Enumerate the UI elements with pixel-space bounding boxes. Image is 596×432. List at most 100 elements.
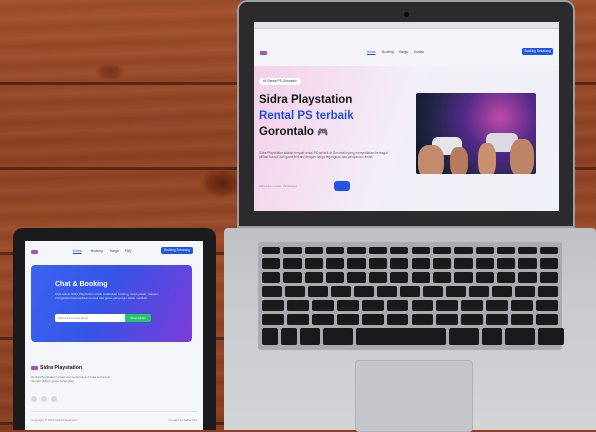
nav-link-booking[interactable]: Booking	[382, 50, 394, 54]
keyboard-key[interactable]	[496, 258, 516, 269]
keyboard-key[interactable]	[386, 314, 409, 325]
keyboard-key[interactable]	[262, 247, 281, 254]
keyboard-key[interactable]	[262, 258, 281, 269]
keyboard-key[interactable]	[461, 314, 484, 325]
hero-phone-input[interactable]: Masukkan nomor WhatsApp	[259, 182, 329, 190]
keyboard-key[interactable]	[536, 300, 558, 311]
keyboard-key[interactable]	[411, 272, 430, 283]
keyboard-key[interactable]	[354, 286, 374, 297]
keyboard-key[interactable]	[368, 258, 388, 269]
keyboard-key[interactable]	[311, 300, 334, 311]
spacebar-key[interactable]	[356, 328, 446, 345]
keyboard-key[interactable]	[432, 258, 452, 269]
keyboard-key[interactable]	[331, 286, 351, 297]
keyboard-key[interactable]	[518, 247, 537, 254]
keyboard-key[interactable]	[283, 247, 302, 254]
keyboard-key[interactable]	[511, 314, 534, 325]
trackpad[interactable]	[355, 360, 473, 432]
logo-icon[interactable]	[31, 250, 38, 254]
keyboard-key[interactable]	[304, 272, 324, 283]
keyboard-key[interactable]	[347, 247, 366, 254]
keyboard-key[interactable]	[538, 328, 564, 345]
keyboard-key[interactable]	[283, 258, 302, 269]
keyboard-key[interactable]	[336, 300, 359, 311]
keyboard-key[interactable]	[475, 247, 494, 254]
keyboard-key[interactable]	[515, 286, 535, 297]
keyboard-key[interactable]	[496, 272, 516, 283]
keyboard-key[interactable]	[390, 272, 409, 283]
keyboard-key[interactable]	[326, 272, 345, 283]
keyboard-key[interactable]	[262, 314, 284, 325]
keyboard-key[interactable]	[326, 247, 345, 254]
keyboard-key[interactable]	[486, 314, 509, 325]
keyboard-key[interactable]	[323, 328, 353, 345]
keyboard-key[interactable]	[538, 286, 558, 297]
keyboard-key[interactable]	[326, 258, 345, 269]
keyboard-key[interactable]	[539, 272, 558, 283]
keyboard-key[interactable]	[361, 300, 384, 311]
keyboard-key[interactable]	[536, 314, 558, 325]
keyboard-key[interactable]	[311, 314, 334, 325]
keyboard-key[interactable]	[454, 247, 473, 254]
keyboard-key[interactable]	[436, 300, 459, 311]
keyboard-key[interactable]	[492, 286, 512, 297]
nav-link-harga[interactable]: Harga	[110, 249, 119, 253]
keyboard-key[interactable]	[436, 314, 459, 325]
keyboard-key[interactable]	[432, 272, 452, 283]
social-icon[interactable]	[41, 396, 47, 402]
keyboard-key[interactable]	[432, 247, 452, 254]
social-icon[interactable]	[31, 396, 37, 402]
keyboard-key[interactable]	[411, 314, 434, 325]
booking-now-button[interactable]: Booking Sekarang	[161, 247, 193, 254]
keyboard-key[interactable]	[449, 328, 479, 345]
keyboard-key[interactable]	[304, 258, 324, 269]
social-icon[interactable]	[51, 396, 57, 402]
keyboard-key[interactable]	[390, 247, 409, 254]
keyboard-key[interactable]	[281, 328, 297, 345]
logo-icon[interactable]	[260, 51, 267, 55]
keyboard-key[interactable]	[262, 328, 278, 345]
booking-now-button[interactable]: Booking Sekarang	[522, 48, 553, 55]
keyboard-key[interactable]	[377, 286, 397, 297]
keyboard-key[interactable]	[336, 314, 359, 325]
keyboard-key[interactable]	[505, 328, 535, 345]
keyboard-key[interactable]	[347, 272, 366, 283]
nav-link-home[interactable]: Home	[73, 249, 82, 253]
nav-link-harga[interactable]: Harga	[399, 50, 408, 54]
keyboard-key[interactable]	[496, 247, 516, 254]
chat-admin-button[interactable]: Chat Admin	[125, 314, 151, 322]
keyboard-key[interactable]	[286, 300, 309, 311]
hero-submit-button[interactable]	[334, 181, 350, 191]
keyboard-key[interactable]	[368, 272, 388, 283]
nav-link-home[interactable]: Home	[367, 50, 376, 54]
keyboard-key[interactable]	[347, 258, 366, 269]
keyboard-key[interactable]	[411, 258, 430, 269]
keyboard-key[interactable]	[461, 300, 484, 311]
keyboard-key[interactable]	[308, 286, 328, 297]
keyboard-key[interactable]	[262, 300, 284, 311]
keyboard-key[interactable]	[423, 286, 443, 297]
keyboard-key[interactable]	[368, 247, 388, 254]
keyboard-key[interactable]	[511, 300, 534, 311]
keyboard-key[interactable]	[304, 247, 324, 254]
keyboard-key[interactable]	[482, 328, 502, 345]
keyboard-key[interactable]	[386, 300, 409, 311]
keyboard-key[interactable]	[539, 247, 558, 254]
nav-link-faq[interactable]: FAQ	[125, 249, 131, 253]
keyboard-key[interactable]	[361, 314, 384, 325]
keyboard-key[interactable]	[300, 328, 320, 345]
keyboard-key[interactable]	[285, 286, 305, 297]
keyboard-key[interactable]	[518, 258, 537, 269]
nav-link-booking[interactable]: Booking	[91, 249, 103, 253]
keyboard-key[interactable]	[475, 258, 494, 269]
nav-link-kontak[interactable]: Kontak	[414, 50, 424, 54]
keyboard-key[interactable]	[286, 314, 309, 325]
keyboard-key[interactable]	[454, 258, 473, 269]
keyboard-key[interactable]	[469, 286, 489, 297]
keyboard-key[interactable]	[518, 272, 537, 283]
keyboard-key[interactable]	[486, 300, 509, 311]
keyboard-key[interactable]	[262, 286, 282, 297]
keyboard-key[interactable]	[400, 286, 420, 297]
keyboard-key[interactable]	[411, 300, 434, 311]
keyboard-key[interactable]	[446, 286, 466, 297]
